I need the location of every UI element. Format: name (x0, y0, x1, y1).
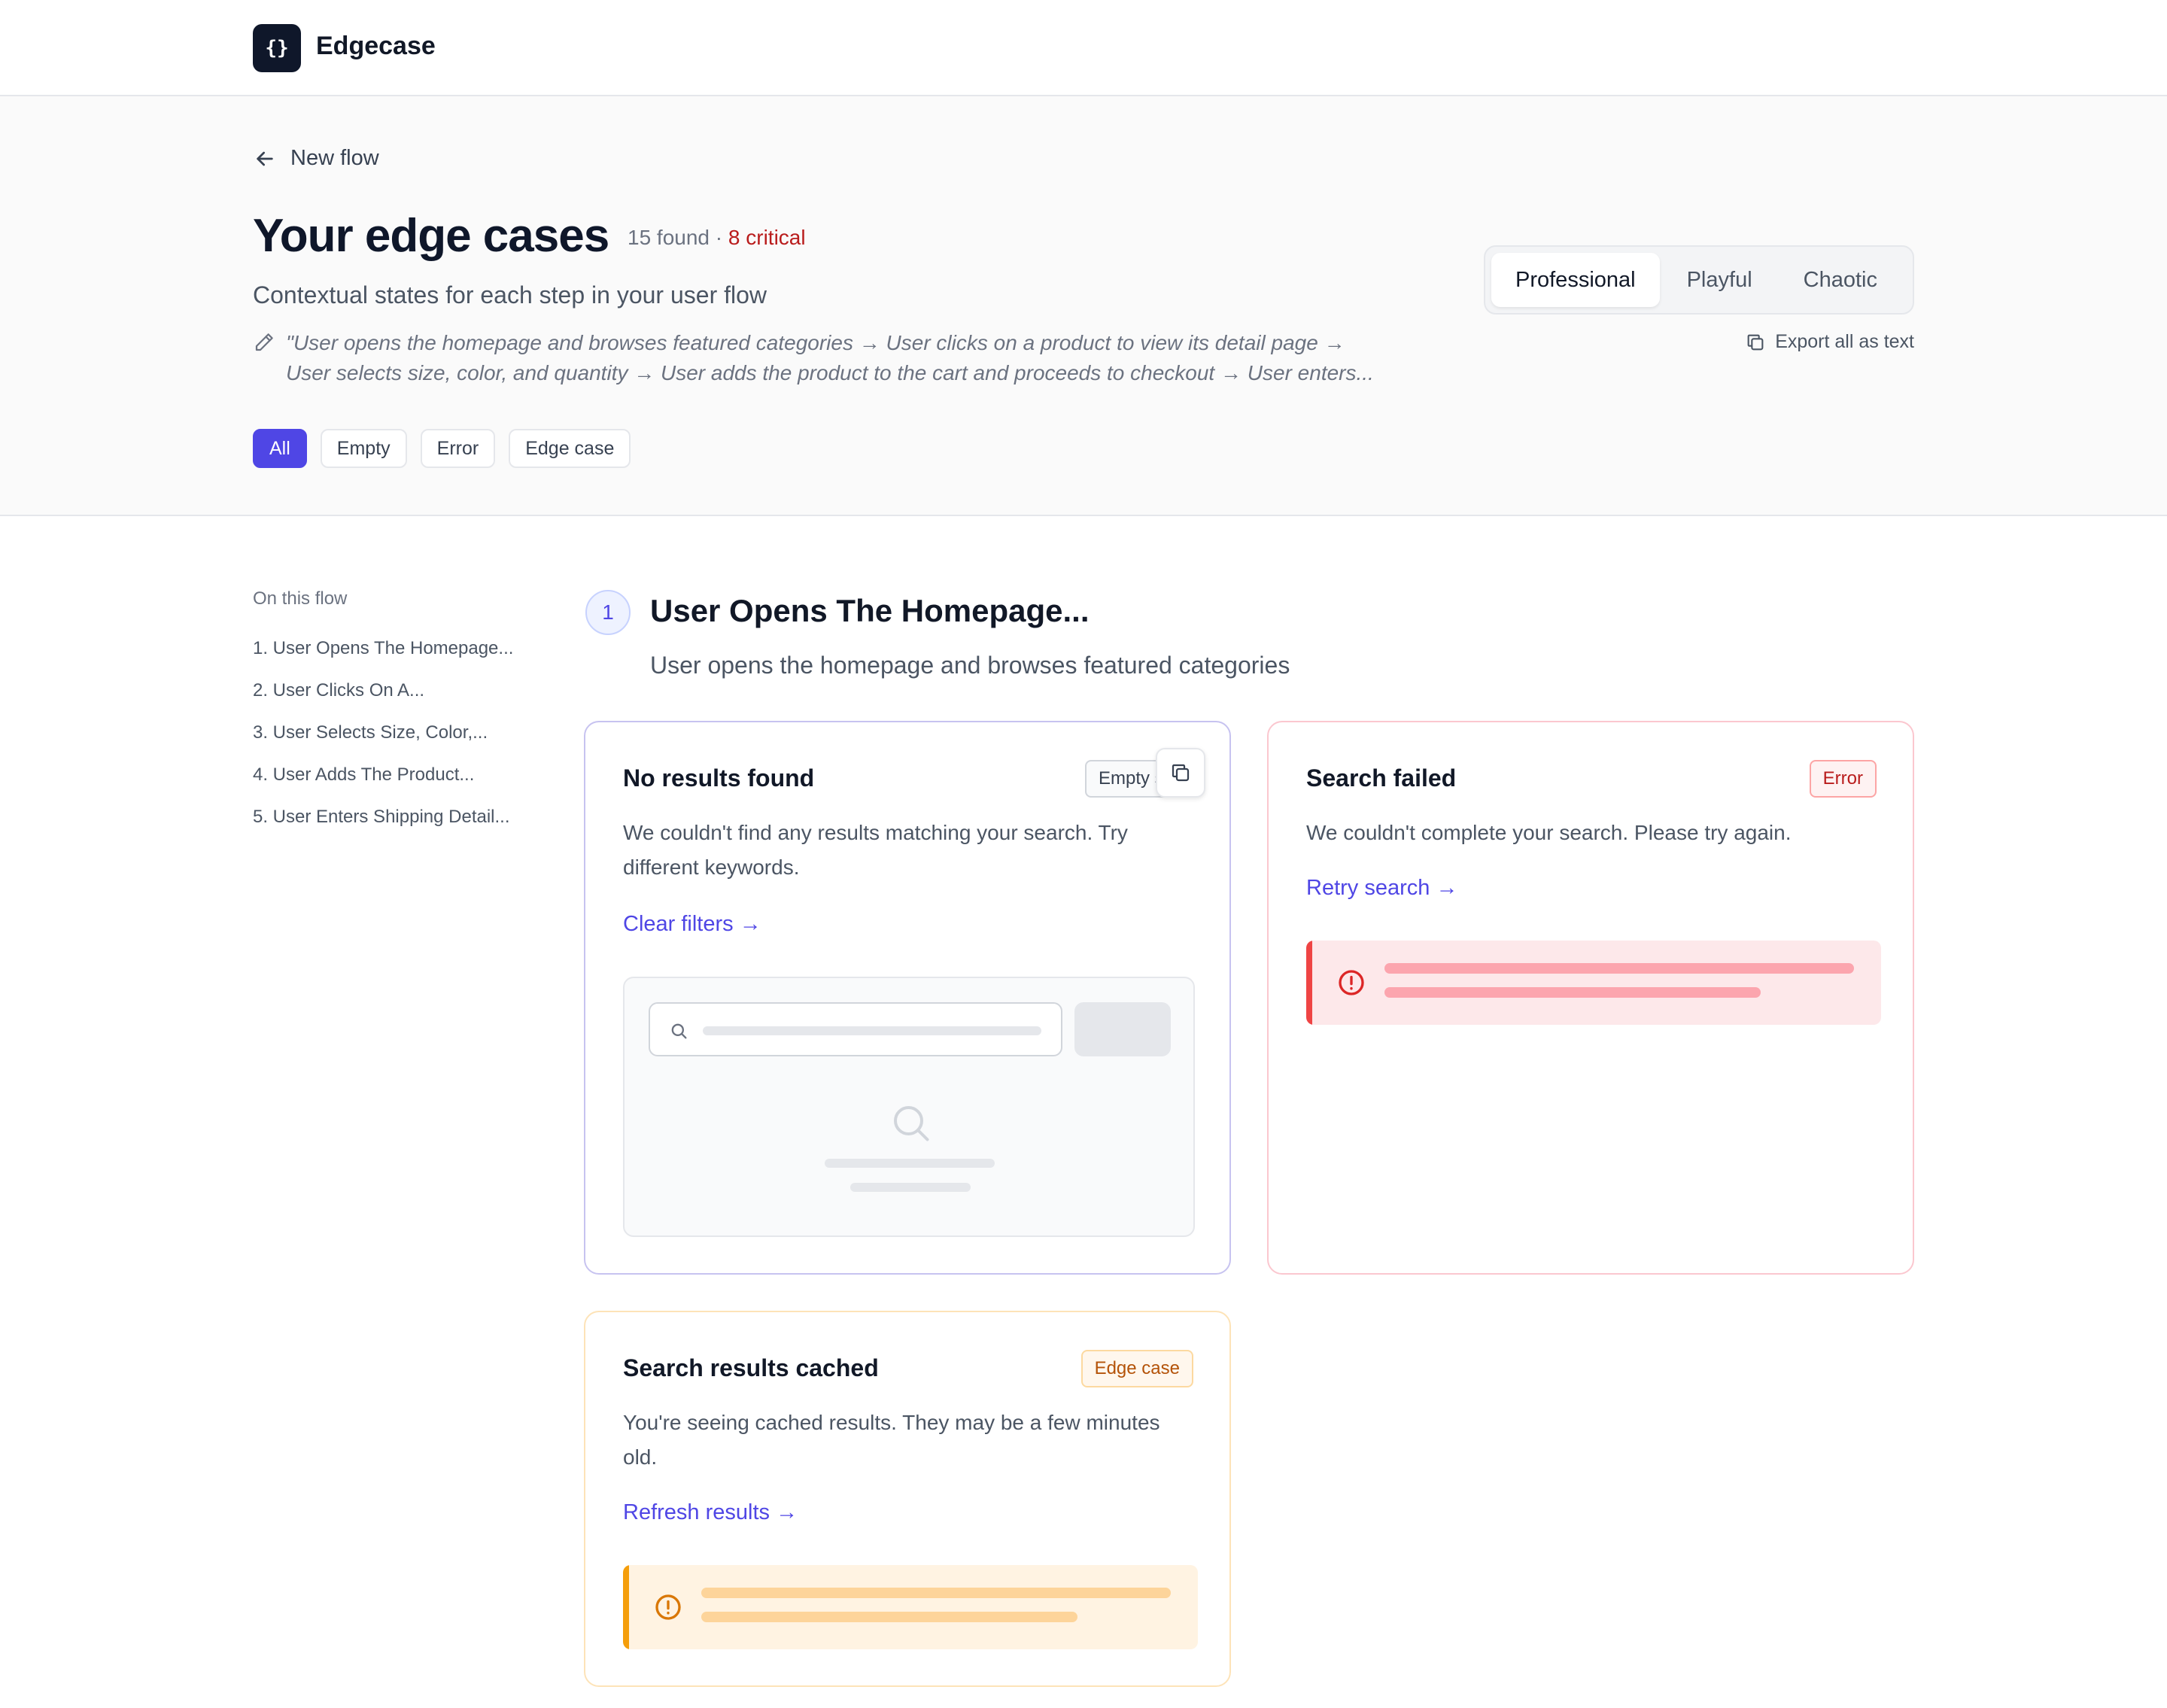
tone-playful[interactable]: Playful (1663, 253, 1776, 307)
step-number: 1 (585, 590, 631, 635)
step-title: User Opens The Homepage... (650, 593, 1090, 628)
empty-state-card: No results found Empty state We couldn't… (584, 721, 1231, 1275)
card-title: No results found (623, 764, 815, 792)
preview-line (850, 1183, 971, 1192)
error-badge: Error (1809, 760, 1877, 798)
toc-item[interactable]: 3. User Selects Size, Color,... (253, 718, 513, 760)
page-title: Your edge cases (253, 210, 609, 262)
filter-edge-case[interactable]: Edge case (509, 429, 631, 468)
arrow-left-icon (257, 151, 273, 166)
alert-circle-icon (655, 1594, 681, 1620)
filter-error[interactable]: Error (420, 429, 496, 468)
back-link[interactable]: New flow (253, 146, 379, 171)
card-title: Search failed (1306, 764, 1457, 792)
edge-case-card: Search results cached Edge case You're s… (584, 1311, 1231, 1687)
tone-professional[interactable]: Professional (1491, 253, 1660, 307)
results-header: New flow Your edge cases 15 found · 8 cr… (0, 96, 2167, 516)
empty-state-preview (623, 977, 1195, 1237)
copy-button[interactable] (1156, 748, 1205, 798)
error-alert-preview (1306, 941, 1881, 1025)
count-separator: · (710, 226, 728, 249)
logo-icon[interactable]: {} (253, 24, 301, 72)
back-link-label: New flow (290, 146, 379, 170)
flow-prompt-line-1: "User opens the homepage and browses fea… (286, 331, 1345, 354)
toc-item[interactable]: 4. User Adds The Product... (253, 760, 513, 802)
flow-prompt: "User opens the homepage and browses fea… (286, 328, 1460, 388)
preview-button (1074, 1002, 1171, 1056)
flow-prompt-line-2: User selects size, color, and quantity →… (286, 361, 1374, 384)
filter-chips: All Empty Error Edge case (253, 429, 631, 468)
found-count: 15 found (628, 226, 710, 249)
alert-stripe (1306, 941, 1312, 1025)
alert-line (701, 1588, 1171, 1598)
card-title: Search results cached (623, 1354, 879, 1381)
card-text: You're seeing cached results. They may b… (623, 1411, 1160, 1469)
card-text: We couldn't find any results matching yo… (623, 821, 1128, 879)
alert-line (1384, 963, 1854, 974)
export-button[interactable]: Export all as text (1745, 331, 1914, 353)
copy-icon (1172, 764, 1190, 782)
page-subtitle: Contextual states for each step in your … (253, 281, 767, 308)
step-description: User opens the homepage and browses feat… (650, 652, 1290, 679)
card-text: We couldn't complete your search. Please… (1306, 821, 1792, 844)
tone-chaotic[interactable]: Chaotic (1779, 253, 1901, 307)
tone-switch: Professional Playful Chaotic (1484, 245, 1914, 315)
toc-item[interactable]: 1. User Opens The Homepage... (253, 634, 513, 676)
top-bar: {} Edgecase (0, 0, 2167, 96)
warning-alert-preview (623, 1565, 1198, 1649)
toc-item[interactable]: 2. User Clicks On A... (253, 676, 513, 718)
refresh-results-link[interactable]: Refresh results → (623, 1500, 798, 1525)
error-card: Search failed Error We couldn't complete… (1267, 721, 1914, 1275)
alert-circle-icon (1339, 970, 1364, 995)
edge-case-badge: Edge case (1080, 1350, 1193, 1387)
alert-stripe (623, 1565, 629, 1649)
toc-list: 1. User Opens The Homepage... 2. User Cl… (253, 634, 513, 844)
toc-item[interactable]: 5. User Enters Shipping Detail... (253, 802, 513, 844)
alert-line (1384, 987, 1761, 998)
retry-search-link[interactable]: Retry search → (1306, 876, 1457, 901)
export-label: Export all as text (1775, 331, 1914, 352)
clear-filters-link[interactable]: Clear filters → (623, 912, 761, 937)
search-icon (671, 1023, 687, 1039)
filter-empty[interactable]: Empty (320, 429, 407, 468)
preview-placeholder-line (703, 1026, 1041, 1035)
toc-title: On this flow (253, 588, 348, 609)
brand-name[interactable]: Edgecase (316, 32, 436, 61)
critical-count: 8 critical (728, 226, 806, 249)
filter-all[interactable]: All (253, 429, 307, 468)
pencil-icon (255, 333, 273, 351)
search-icon (894, 1106, 929, 1141)
case-counts: 15 found · 8 critical (628, 226, 806, 250)
preview-search-field (649, 1002, 1062, 1056)
copy-icon (1747, 334, 1764, 350)
alert-line (701, 1612, 1077, 1622)
preview-line (825, 1159, 995, 1168)
